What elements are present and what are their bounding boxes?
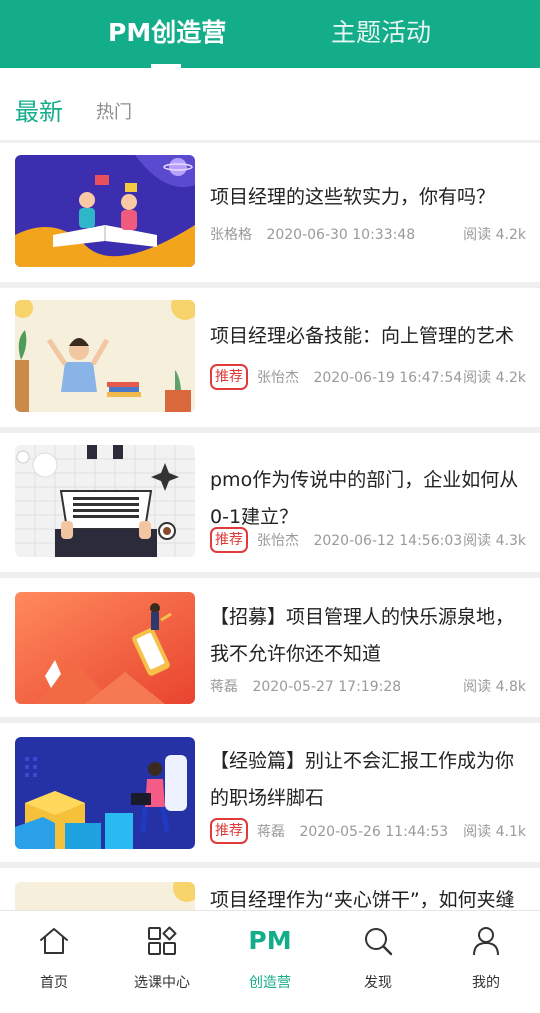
article-title[interactable]: 项目经理必备技能：向上管理的艺术: [210, 318, 528, 355]
nav-pm-camp-label: 创造营: [249, 975, 291, 991]
subtab-latest[interactable]: 最新: [15, 96, 63, 128]
article-card[interactable]: 项目经理作为“夹心饼干”，如何夹缝: [0, 868, 540, 910]
article-date: 2020-05-26 11:44:53: [299, 824, 449, 840]
tab-pm-camp[interactable]: PM创造营: [108, 16, 226, 50]
nav-mine[interactable]: 我的: [432, 911, 540, 1013]
article-title[interactable]: 【招募】项目管理人的快乐源泉地，我不允许你还不知道: [210, 599, 528, 673]
nav-home[interactable]: 首页: [0, 911, 108, 1013]
home-icon: [40, 928, 68, 954]
nav-discover[interactable]: 发现: [324, 911, 432, 1013]
nav-pm-camp[interactable]: PM 创造营: [216, 911, 324, 1013]
nav-course-center[interactable]: 选课中心: [108, 911, 216, 1013]
article-card[interactable]: 项目经理的这些软实力，你有吗？ 张格格 2020-06-30 10:33:48 …: [0, 143, 540, 282]
article-meta: 蒋磊 2020-05-27 17:19:28 阅读 4.8k: [210, 673, 526, 701]
article-thumbnail: [15, 737, 195, 849]
subtab-hot[interactable]: 热门: [96, 101, 132, 125]
tab-theme-events[interactable]: 主题活动: [331, 16, 431, 50]
article-author: 张怡杰: [257, 533, 299, 549]
article-thumbnail: [15, 445, 195, 557]
article-meta: 推荐 张怡杰 2020-06-19 16:47:54 阅读 4.2k: [210, 364, 526, 392]
article-date: 2020-06-19 16:47:54: [313, 370, 463, 386]
article-thumbnail: [15, 882, 195, 910]
article-title[interactable]: 项目经理的这些软实力，你有吗？: [210, 179, 528, 216]
nav-home-label: 首页: [40, 975, 68, 991]
article-author: 张格格: [210, 227, 252, 243]
top-header: PM创造营 主题活动: [0, 0, 540, 68]
recommend-badge: 推荐: [210, 818, 248, 844]
article-meta: 推荐 蒋磊 2020-05-26 11:44:53 阅读 4.1k: [210, 818, 526, 846]
article-date: 2020-06-12 14:56:03: [313, 533, 463, 549]
article-meta: 张格格 2020-06-30 10:33:48 阅读 4.2k: [210, 221, 526, 249]
article-title[interactable]: pmo作为传说中的部门，企业如何从0-1建立？: [210, 462, 528, 536]
bottom-navigation: 首页 选课中心 PM 创造营 发现 我的: [0, 910, 540, 1013]
article-meta: 推荐 张怡杰 2020-06-12 14:56:03 阅读 4.3k: [210, 527, 526, 555]
article-card[interactable]: pmo作为传说中的部门，企业如何从0-1建立？ 推荐 张怡杰 2020-06-12…: [0, 433, 540, 572]
article-feed[interactable]: 项目经理的这些软实力，你有吗？ 张格格 2020-06-30 10:33:48 …: [0, 140, 540, 910]
article-title[interactable]: 【经验篇】别让不会汇报工作成为你的职场绊脚石: [210, 743, 528, 817]
article-read-count: 阅读 4.1k: [463, 824, 526, 840]
recommend-badge: 推荐: [210, 364, 248, 390]
pm-text-icon: PM: [248, 926, 292, 955]
article-thumbnail: [15, 300, 195, 412]
nav-mine-label: 我的: [472, 975, 500, 991]
article-read-count: 阅读 4.8k: [463, 679, 526, 695]
recommend-badge: 推荐: [210, 527, 248, 553]
article-author: 张怡杰: [257, 370, 299, 386]
article-date: 2020-05-27 17:19:28: [252, 679, 402, 695]
article-card[interactable]: 【经验篇】别让不会汇报工作成为你的职场绊脚石 推荐 蒋磊 2020-05-26 1…: [0, 723, 540, 862]
article-author: 蒋磊: [210, 679, 238, 695]
search-icon: [365, 928, 393, 956]
nav-course-center-label: 选课中心: [134, 975, 190, 991]
article-card[interactable]: 【招募】项目管理人的快乐源泉地，我不允许你还不知道 蒋磊 2020-05-27 …: [0, 578, 540, 717]
grid-icon: [148, 926, 177, 955]
article-read-count: 阅读 4.3k: [463, 533, 526, 549]
article-read-count: 阅读 4.2k: [463, 227, 526, 243]
article-title[interactable]: 项目经理作为“夹心饼干”，如何夹缝: [210, 882, 528, 910]
article-thumbnail: [15, 155, 195, 267]
article-thumbnail: [15, 592, 195, 704]
article-author: 蒋磊: [257, 824, 285, 840]
article-date: 2020-06-30 10:33:48: [266, 227, 416, 243]
article-read-count: 阅读 4.2k: [463, 370, 526, 386]
user-icon: [473, 927, 499, 956]
article-card[interactable]: 项目经理必备技能：向上管理的艺术 推荐 张怡杰 2020-06-19 16:47:…: [0, 288, 540, 427]
nav-discover-label: 发现: [364, 975, 392, 991]
sub-tabs: 最新 热门: [0, 68, 540, 144]
